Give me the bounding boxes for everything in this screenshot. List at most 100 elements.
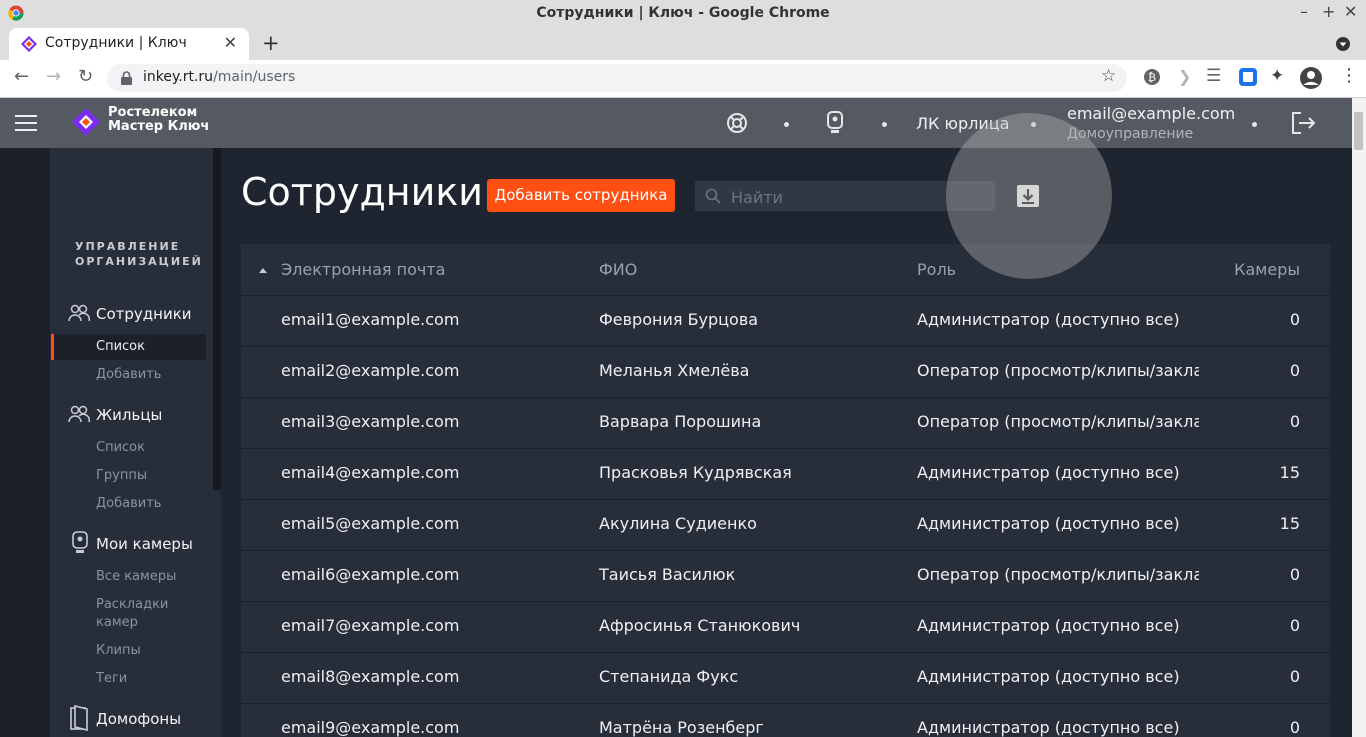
url-text: inkey.rt.ru/main/users — [143, 69, 295, 85]
sidebar-scrollbar[interactable] — [213, 148, 221, 490]
brand-logo-text[interactable]: Ростелеком Мастер Ключ — [108, 106, 209, 134]
translate-extension-icon[interactable] — [1239, 68, 1257, 86]
rostelecom-logo-icon[interactable] — [70, 108, 102, 136]
cell-role: Оператор (просмотр/клипы/закладки) — [917, 412, 1199, 431]
page-scrollbar-thumb[interactable] — [1354, 112, 1363, 150]
cell-cameras: 0 — [1289, 667, 1300, 686]
back-icon[interactable]: ← — [14, 66, 29, 87]
sidebar-active-indicator — [51, 334, 54, 360]
window-titlebar: Сотрудники | Ключ - Google Chrome – + ✕ — [0, 0, 1366, 27]
tab-search-icon[interactable] — [1336, 37, 1350, 51]
column-header-name[interactable]: ФИО — [599, 260, 637, 279]
sidebar-section-intercoms[interactable]: Домофоны — [96, 710, 181, 728]
table-row[interactable]: email4@example.com Прасковья Кудрявская Ад… — [241, 449, 1330, 500]
search-icon — [705, 188, 721, 204]
svg-text:₿: ₿ — [1148, 71, 1156, 84]
sidebar-item-clips[interactable]: Клипы — [96, 642, 141, 660]
table-row[interactable]: email1@example.com Феврония Бурцова Админи… — [241, 296, 1330, 347]
table-row[interactable]: email5@example.com Акулина Судиенко Админи… — [241, 500, 1330, 551]
page-scrollbar[interactable] — [1352, 98, 1366, 737]
employees-icon — [68, 304, 90, 322]
column-header-role[interactable]: Роль — [917, 260, 956, 279]
url-host: inkey.rt.ru — [143, 69, 214, 85]
cell-name: Таисья Василюк — [599, 565, 736, 584]
forward-icon[interactable]: → — [46, 66, 61, 87]
search-input[interactable] — [729, 185, 983, 209]
column-header-email[interactable]: Электронная почта — [281, 260, 445, 279]
sidebar-rail — [0, 148, 50, 737]
close-window-icon[interactable]: ✕ — [1344, 2, 1357, 21]
extension-icon[interactable]: ₿ — [1143, 68, 1161, 86]
browser-tab[interactable]: Сотрудники | Ключ ✕ — [9, 28, 249, 60]
residents-icon — [68, 405, 90, 423]
cell-email: email2@example.com — [281, 361, 460, 380]
maximize-icon[interactable]: + — [1322, 2, 1335, 21]
reload-icon[interactable]: ↻ — [78, 66, 93, 87]
table-row[interactable]: email3@example.com Варвара Порошина Операт… — [241, 398, 1330, 449]
sidebar-item-employees-add[interactable]: Добавить — [96, 366, 161, 384]
table-row[interactable]: email8@example.com Степанида Фукс Админист… — [241, 653, 1330, 704]
extensions-puzzle-icon[interactable]: ✦ — [1270, 66, 1284, 86]
column-header-cameras[interactable]: Камеры — [1234, 260, 1300, 279]
browser-menu-icon[interactable]: ⋮ — [1340, 65, 1358, 86]
minimize-icon[interactable]: – — [1300, 2, 1308, 21]
sidebar-section-cameras[interactable]: Мои камеры — [96, 535, 193, 553]
hamburger-menu-icon[interactable] — [15, 115, 37, 131]
sidebar-item-camera-layouts[interactable]: Раскладки камер — [96, 596, 176, 632]
table-row[interactable]: email9@example.com Матрёна Розенберг Админ… — [241, 704, 1330, 737]
cell-name: Афросинья Станюкович — [599, 616, 801, 635]
cell-email: email3@example.com — [281, 412, 460, 431]
cell-email: email5@example.com — [281, 514, 460, 533]
cell-role: Администратор (доступно все) — [917, 310, 1180, 329]
lock-icon[interactable] — [121, 71, 132, 85]
cell-email: email8@example.com — [281, 667, 460, 686]
cell-role: Оператор (просмотр/клипы/закладки) — [917, 361, 1199, 380]
cell-role: Администратор (доступно все) — [917, 616, 1180, 635]
sidebar-item-residents-groups[interactable]: Группы — [96, 467, 147, 485]
account-type-link[interactable]: ЛК юрлица — [916, 114, 1009, 133]
user-email[interactable]: email@example.com — [1067, 104, 1235, 123]
cell-email: email4@example.com — [281, 463, 460, 482]
download-icon — [1022, 189, 1034, 204]
sidebar-item-residents-list[interactable]: Список — [96, 439, 145, 457]
table-row[interactable]: email7@example.com Афросинья Станюкович Ад… — [241, 602, 1330, 653]
table-row[interactable]: email6@example.com Таисья Василюк Оператор… — [241, 551, 1330, 602]
logout-icon[interactable] — [1291, 111, 1317, 135]
camera-icon[interactable] — [827, 111, 843, 135]
download-button[interactable] — [1017, 185, 1039, 207]
header-separator-dot — [1252, 122, 1257, 127]
sort-ascending-icon[interactable] — [259, 268, 267, 273]
tab-favicon-icon — [21, 36, 37, 52]
address-bar[interactable]: inkey.rt.ru/main/users ☆ — [107, 64, 1127, 92]
add-employee-button[interactable]: Добавить сотрудника — [487, 179, 675, 212]
cell-name: Меланья Хмелёва — [599, 361, 750, 380]
employees-table: Электронная почта ФИО Роль Камеры email1… — [241, 244, 1330, 737]
table-row[interactable]: email2@example.com Меланья Хмелёва Операто… — [241, 347, 1330, 398]
sidebar-group-title: УПРАВЛЕНИЕ ОРГАНИЗАЦИЕЙ — [75, 240, 203, 268]
sidebar-section-employees[interactable]: Сотрудники — [96, 305, 192, 323]
bookmark-star-icon[interactable]: ☆ — [1101, 66, 1116, 86]
cameras-icon — [72, 531, 88, 553]
profile-avatar-icon[interactable] — [1300, 67, 1322, 89]
cell-role: Администратор (доступно все) — [917, 667, 1180, 686]
cell-cameras: 0 — [1289, 565, 1300, 584]
table-header: Электронная почта ФИО Роль Камеры — [241, 244, 1330, 296]
tab-close-icon[interactable]: ✕ — [224, 33, 237, 52]
cell-name: Матрёна Розенберг — [599, 718, 764, 737]
sidebar-item-all-cameras[interactable]: Все камеры — [96, 568, 176, 586]
reading-list-icon[interactable]: ☰ — [1206, 66, 1221, 86]
cell-name: Варвара Порошина — [599, 412, 762, 431]
extension-arrow-icon[interactable]: ❯ — [1178, 67, 1191, 86]
cell-cameras: 0 — [1289, 718, 1300, 737]
sidebar-section-residents[interactable]: Жильцы — [96, 406, 162, 424]
browser-toolbar: ← → ↻ inkey.rt.ru/main/users ☆ ₿ ❯ ☰ ✦ ⋮ — [0, 60, 1366, 98]
search-box[interactable] — [695, 181, 995, 211]
sidebar-item-employees-list[interactable]: Список — [96, 338, 145, 356]
sidebar-item-tags[interactable]: Теги — [96, 670, 127, 688]
new-tab-icon[interactable]: + — [262, 31, 280, 55]
cell-cameras: 15 — [1279, 514, 1300, 533]
support-lifebuoy-icon[interactable] — [726, 112, 748, 134]
cell-name: Степанида Фукс — [599, 667, 739, 686]
sidebar-item-residents-add[interactable]: Добавить — [96, 495, 161, 513]
cell-name: Феврония Бурцова — [599, 310, 759, 329]
